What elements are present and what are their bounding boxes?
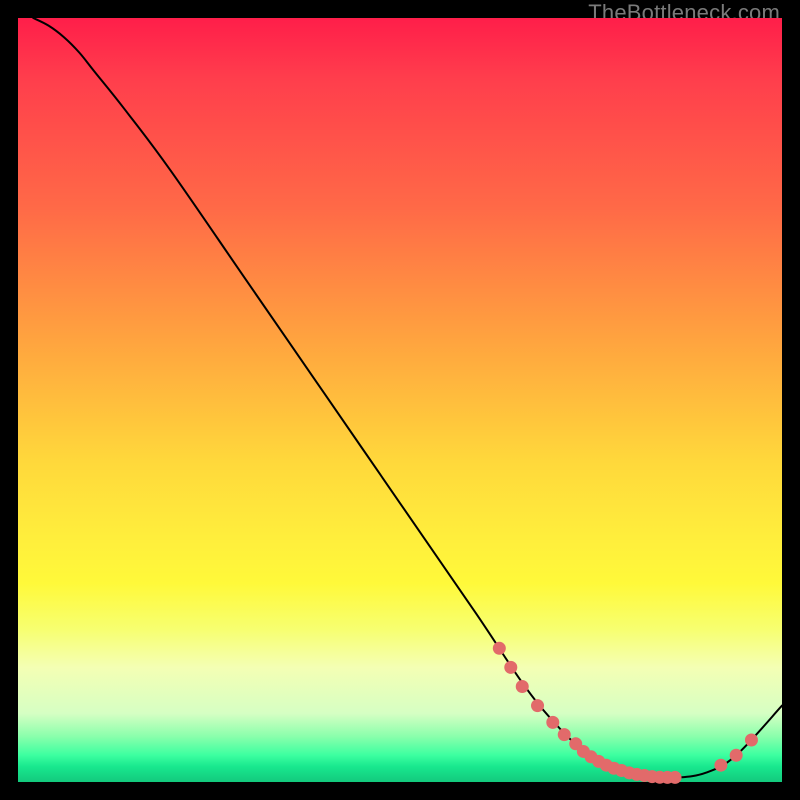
marker-dot (546, 716, 559, 729)
marker-dot (516, 680, 529, 693)
curve-markers (493, 642, 758, 784)
marker-dot (669, 771, 682, 784)
marker-dot (504, 661, 517, 674)
marker-dot (745, 733, 758, 746)
chart-stage: TheBottleneck.com (0, 0, 800, 800)
marker-dot (493, 642, 506, 655)
marker-dot (558, 728, 571, 741)
marker-dot (531, 699, 544, 712)
chart-svg (18, 18, 782, 782)
marker-dot (730, 749, 743, 762)
curve-line (33, 18, 782, 778)
plot-area (18, 18, 782, 782)
marker-dot (714, 759, 727, 772)
